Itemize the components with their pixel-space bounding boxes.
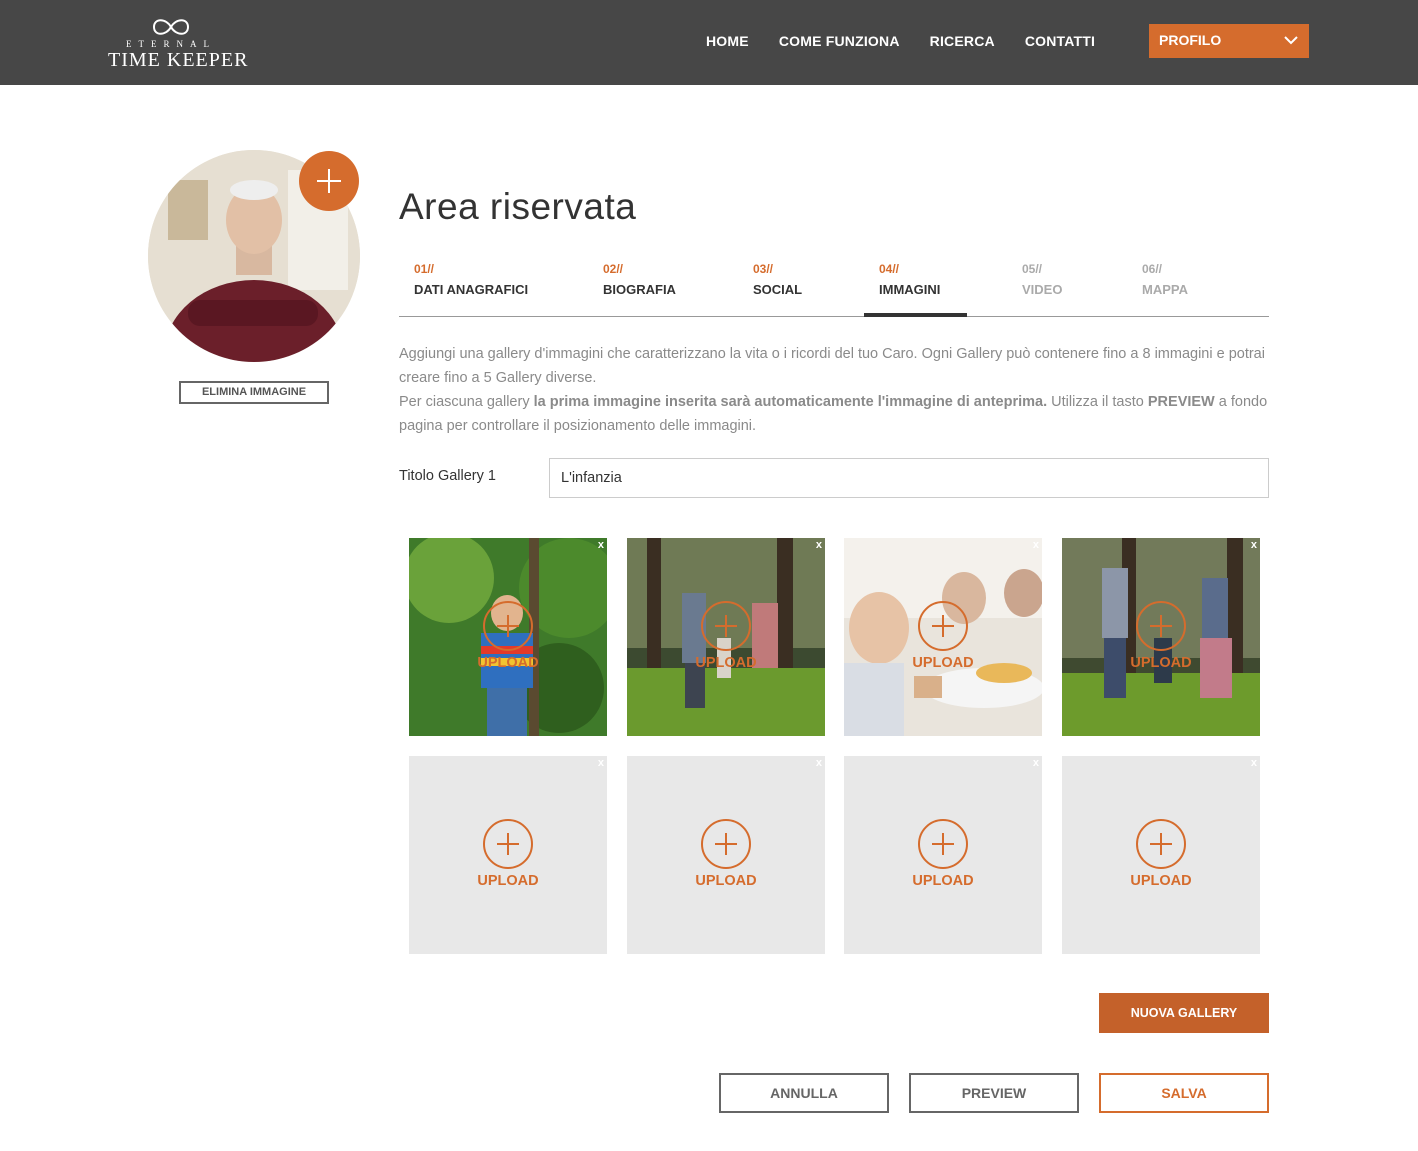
- nav-home[interactable]: HOME: [706, 33, 749, 49]
- gallery-tile[interactable]: x UPLOAD: [627, 756, 825, 954]
- infinity-icon: [152, 19, 190, 35]
- tab-number: 01//: [414, 262, 435, 276]
- upload-plus-icon[interactable]: [918, 819, 968, 869]
- top-header: ETERNAL TIME KEEPER HOME COME FUNZIONA R…: [0, 0, 1418, 85]
- tab-immagini[interactable]: 04// IMMAGINI: [864, 262, 967, 317]
- gallery-tile[interactable]: x UPLOAD: [409, 756, 607, 954]
- tab-biografia[interactable]: 02// BIOGRAFIA: [588, 262, 728, 317]
- instructions-line1: Aggiungi una gallery d'immagini che cara…: [399, 346, 1265, 386]
- section-tabs: 01// DATI ANAGRAFICI 02// BIOGRAFIA 03//…: [399, 262, 1269, 317]
- upload-plus-icon[interactable]: [1136, 819, 1186, 869]
- new-gallery-button[interactable]: NUOVA GALLERY: [1099, 993, 1269, 1033]
- upload-plus-icon[interactable]: [701, 601, 751, 651]
- upload-plus-icon[interactable]: [1136, 601, 1186, 651]
- cancel-button[interactable]: ANNULLA: [719, 1073, 889, 1113]
- tab-number: 04//: [879, 262, 900, 276]
- upload-label[interactable]: UPLOAD: [1062, 655, 1260, 671]
- upload-label[interactable]: UPLOAD: [627, 655, 825, 671]
- instructions-line2-suffix: Utilizza il tasto: [1047, 394, 1148, 410]
- upload-label[interactable]: UPLOAD: [409, 873, 607, 889]
- upload-label[interactable]: UPLOAD: [627, 873, 825, 889]
- remove-image-icon[interactable]: x: [598, 539, 604, 551]
- profile-avatar-block: [148, 150, 360, 362]
- gallery-tile[interactable]: x UPLOAD: [627, 538, 825, 736]
- upload-plus-icon[interactable]: [918, 601, 968, 651]
- tab-number: 02//: [603, 262, 624, 276]
- upload-label[interactable]: UPLOAD: [1062, 873, 1260, 889]
- gallery-tile[interactable]: x UPLOAD: [1062, 756, 1260, 954]
- remove-image-icon[interactable]: x: [1033, 539, 1039, 551]
- page-title: Area riservata: [399, 186, 637, 227]
- preview-button[interactable]: PREVIEW: [909, 1073, 1079, 1113]
- remove-image-icon[interactable]: x: [816, 539, 822, 551]
- tab-label: VIDEO: [1022, 282, 1063, 297]
- logo[interactable]: ETERNAL TIME KEEPER: [108, 14, 249, 72]
- upload-plus-icon[interactable]: [483, 819, 533, 869]
- upload-plus-icon[interactable]: [701, 819, 751, 869]
- instructions-line2-bold: la prima immagine inserita sarà automati…: [533, 394, 1048, 410]
- nav-ricerca[interactable]: RICERCA: [930, 33, 995, 49]
- tab-mappa[interactable]: 06// MAPPA: [1127, 262, 1227, 317]
- gallery-tile[interactable]: x UPLOAD: [844, 756, 1042, 954]
- gallery-tile[interactable]: x UPLOAD: [844, 538, 1042, 736]
- tab-label: IMMAGINI: [879, 282, 941, 297]
- remove-image-icon[interactable]: x: [1251, 539, 1257, 551]
- add-avatar-button[interactable]: [299, 151, 359, 211]
- remove-image-icon[interactable]: x: [1033, 757, 1039, 769]
- remove-image-icon[interactable]: x: [598, 757, 604, 769]
- nav-contatti[interactable]: CONTATTI: [1025, 33, 1095, 49]
- instructions-text: Aggiungi una gallery d'immagini che cara…: [399, 342, 1269, 438]
- logo-subtitle: ETERNAL: [126, 39, 216, 49]
- tab-social[interactable]: 03// SOCIAL: [738, 262, 858, 317]
- gallery-title-input[interactable]: [549, 458, 1269, 498]
- upload-label[interactable]: UPLOAD: [844, 873, 1042, 889]
- gallery-tile[interactable]: x UPLOAD: [1062, 538, 1260, 736]
- chevron-down-icon: [1284, 36, 1298, 45]
- tab-video[interactable]: 05// VIDEO: [1007, 262, 1107, 317]
- tab-number: 03//: [753, 262, 774, 276]
- tab-dati-anagrafici[interactable]: 01// DATI ANAGRAFICI: [399, 262, 589, 317]
- tab-label: BIOGRAFIA: [603, 282, 676, 297]
- remove-image-icon[interactable]: x: [1251, 757, 1257, 769]
- tab-number: 05//: [1022, 262, 1043, 276]
- nav-come-funziona[interactable]: COME FUNZIONA: [779, 33, 900, 49]
- tab-number: 06//: [1142, 262, 1163, 276]
- tab-label: MAPPA: [1142, 282, 1188, 297]
- upload-label[interactable]: UPLOAD: [844, 655, 1042, 671]
- upload-label[interactable]: UPLOAD: [409, 655, 607, 671]
- tab-label: DATI ANAGRAFICI: [414, 282, 529, 297]
- logo-title: TIME KEEPER: [108, 49, 249, 71]
- main-nav: HOME COME FUNZIONA RICERCA CONTATTI: [706, 24, 1125, 58]
- tab-label: SOCIAL: [753, 282, 803, 297]
- gallery-tile[interactable]: x UPLOAD: [409, 538, 607, 736]
- remove-image-icon[interactable]: x: [816, 757, 822, 769]
- upload-plus-icon[interactable]: [483, 601, 533, 651]
- delete-image-button[interactable]: ELIMINA IMMAGINE: [179, 381, 329, 404]
- profile-label: PROFILO: [1159, 32, 1222, 48]
- profile-dropdown[interactable]: PROFILO: [1149, 24, 1309, 58]
- instructions-preview-bold: PREVIEW: [1147, 394, 1215, 410]
- gallery-title-label: Titolo Gallery 1: [399, 468, 496, 484]
- instructions-line2-prefix: Per ciascuna gallery: [399, 394, 534, 410]
- save-button[interactable]: SALVA: [1099, 1073, 1269, 1113]
